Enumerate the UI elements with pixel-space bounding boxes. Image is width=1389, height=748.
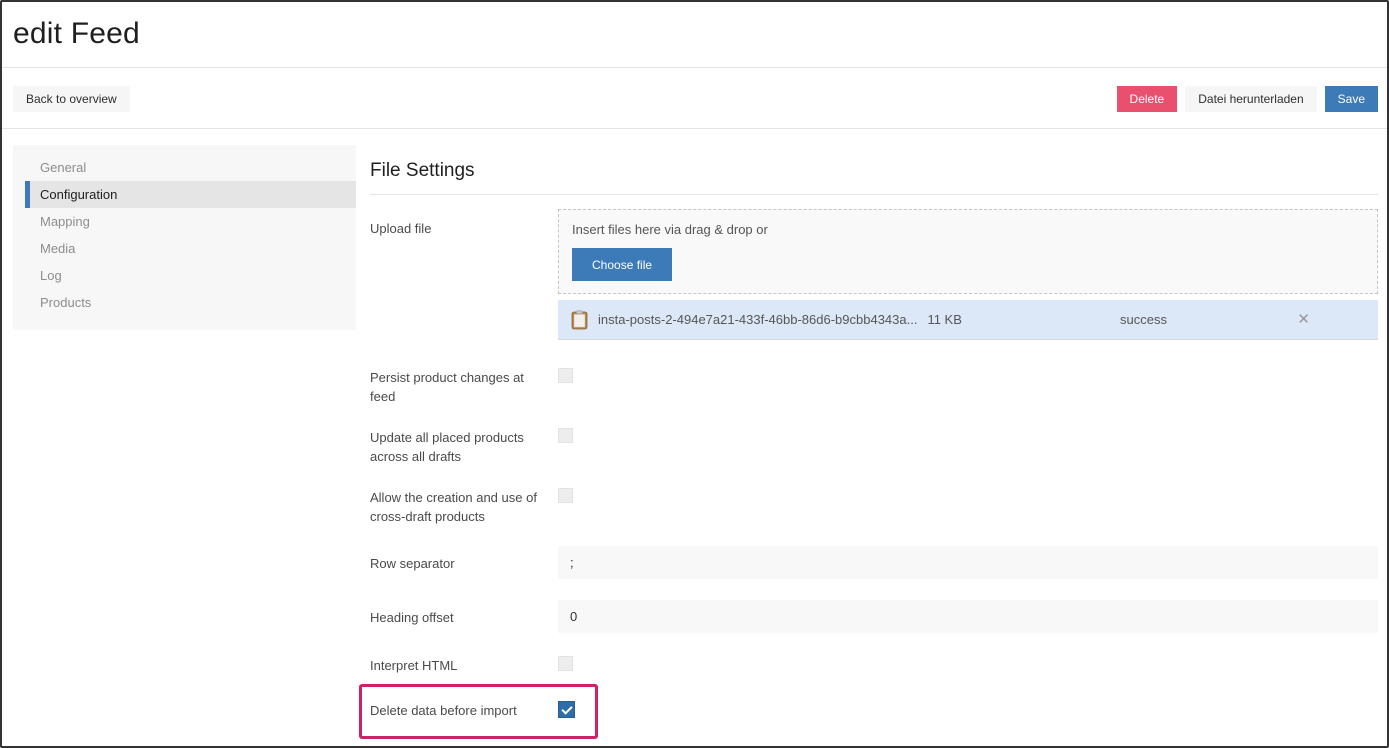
update-placed-products-row: Update all placed products across all dr…	[370, 426, 1378, 466]
row-separator-input[interactable]	[558, 546, 1378, 579]
section-title: File Settings	[370, 160, 1378, 182]
delete-data-checkbox[interactable]	[558, 701, 575, 718]
sidebar-item-media[interactable]: Media	[13, 235, 356, 262]
file-dropzone[interactable]: Insert files here via drag & drop or Cho…	[558, 209, 1378, 294]
sidebar-item-products[interactable]: Products	[13, 289, 356, 316]
sidebar-item-general[interactable]: General	[13, 154, 356, 181]
highlight-box: Delete data before import	[359, 684, 598, 739]
heading-offset-row: Heading offset	[370, 600, 1378, 633]
toolbar: Back to overview Delete Datei herunterla…	[2, 68, 1387, 129]
heading-offset-label: Heading offset	[370, 600, 558, 633]
persist-product-changes-row: Persist product changes at feed	[370, 366, 1378, 406]
toolbar-actions: Delete Datei herunterladen Save	[1117, 86, 1378, 112]
interpret-html-label: Interpret HTML	[370, 654, 558, 676]
file-name: insta-posts-2-494e7a21-433f-46bb-86d6-b9…	[598, 312, 917, 327]
interpret-html-row: Interpret HTML	[370, 654, 1378, 676]
content-area: General Configuration Mapping Media Log …	[2, 129, 1387, 739]
settings-sidebar: General Configuration Mapping Media Log …	[13, 145, 356, 330]
upload-file-label: Upload file	[370, 209, 558, 340]
delete-data-row: Delete data before import	[370, 699, 575, 723]
heading-offset-input[interactable]	[558, 600, 1378, 633]
delete-button[interactable]: Delete	[1117, 86, 1178, 112]
upload-file-row: Upload file Insert files here via drag &…	[370, 209, 1378, 340]
edit-feed-page: edit Feed Back to overview Delete Datei …	[0, 0, 1389, 748]
delete-data-label: Delete data before import	[370, 699, 558, 723]
upload-field: Insert files here via drag & drop or Cho…	[558, 209, 1378, 340]
sidebar-item-configuration[interactable]: Configuration	[25, 181, 356, 208]
choose-file-button[interactable]: Choose file	[572, 248, 672, 281]
sidebar-item-log[interactable]: Log	[13, 262, 356, 289]
save-button[interactable]: Save	[1325, 86, 1378, 112]
cross-draft-products-checkbox[interactable]	[558, 488, 573, 503]
interpret-html-checkbox[interactable]	[558, 656, 573, 671]
row-separator-label: Row separator	[370, 546, 558, 579]
update-placed-products-label: Update all placed products across all dr…	[370, 426, 558, 466]
dropzone-text: Insert files here via drag & drop or	[572, 222, 1364, 237]
file-settings-panel: File Settings Upload file Insert files h…	[370, 145, 1378, 739]
persist-product-changes-checkbox[interactable]	[558, 368, 573, 383]
back-to-overview-button[interactable]: Back to overview	[13, 86, 130, 112]
sidebar-item-mapping[interactable]: Mapping	[13, 208, 356, 235]
persist-product-changes-label: Persist product changes at feed	[370, 366, 558, 406]
page-title: edit Feed	[13, 17, 1387, 51]
update-placed-products-checkbox[interactable]	[558, 428, 573, 443]
cross-draft-products-row: Allow the creation and use of cross-draf…	[370, 486, 1378, 526]
download-file-button[interactable]: Datei herunterladen	[1185, 86, 1316, 112]
row-separator-row: Row separator	[370, 546, 1378, 579]
cross-draft-products-label: Allow the creation and use of cross-draf…	[370, 486, 558, 526]
section-divider	[370, 194, 1378, 195]
clipboard-file-icon	[571, 310, 588, 330]
remove-file-icon[interactable]: ✕	[1297, 312, 1310, 327]
file-status: success	[1120, 312, 1167, 327]
file-size: 11 KB	[927, 312, 961, 327]
uploaded-file-row: insta-posts-2-494e7a21-433f-46bb-86d6-b9…	[558, 300, 1378, 340]
